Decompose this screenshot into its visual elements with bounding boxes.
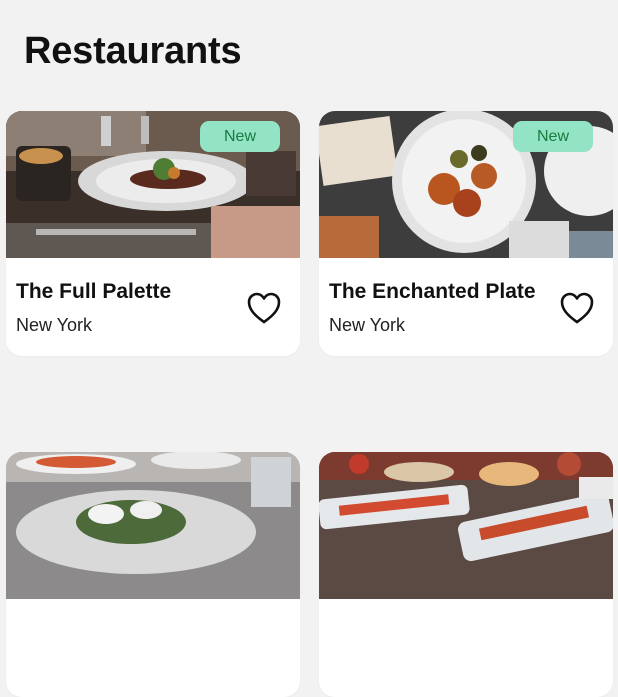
card-body: The Full Palette New York <box>6 258 300 356</box>
new-badge: New <box>513 121 593 152</box>
restaurant-photo: New <box>319 111 613 258</box>
restaurant-card[interactable]: New The Enchanted Plate New York <box>319 111 613 356</box>
restaurant-photo: New <box>6 111 300 258</box>
favorite-button[interactable] <box>246 291 282 325</box>
restaurant-photo-image <box>319 452 613 599</box>
favorite-button[interactable] <box>559 291 595 325</box>
restaurant-photo <box>6 452 300 599</box>
restaurant-name: The Enchanted Plate <box>329 280 536 303</box>
restaurant-name: The Full Palette <box>16 280 172 303</box>
restaurant-city: New York <box>16 315 93 335</box>
restaurant-city: New York <box>329 315 406 335</box>
restaurant-card[interactable]: New The Full Palette New York <box>6 111 300 356</box>
restaurant-photo-image <box>6 452 300 599</box>
restaurant-photo <box>319 452 613 599</box>
new-badge: New <box>200 121 280 152</box>
page-title: Restaurants <box>24 30 242 72</box>
heart-outline-icon <box>560 292 594 324</box>
restaurant-card[interactable] <box>319 452 613 697</box>
heart-outline-icon <box>247 292 281 324</box>
card-body: The Enchanted Plate New York <box>319 258 613 356</box>
restaurant-card[interactable] <box>6 452 300 697</box>
